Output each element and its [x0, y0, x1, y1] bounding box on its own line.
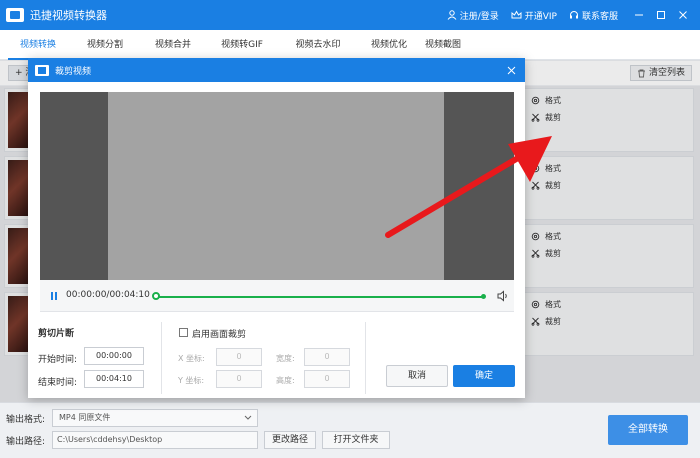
- cancel-button[interactable]: 取消: [386, 365, 448, 387]
- pause-button[interactable]: [48, 290, 60, 302]
- tab-video-convert[interactable]: 视频转换: [8, 30, 68, 60]
- feature-tabs: 视频转换 视频分割 视频合并 视频转GIF 视频去水印 视频优化 视频截图: [0, 30, 700, 60]
- tab-video-to-gif[interactable]: 视频转GIF: [210, 30, 274, 60]
- dialog-header: 裁剪视频: [28, 58, 525, 82]
- tab-video-split[interactable]: 视频分割: [76, 30, 134, 60]
- output-path-label: 输出路径:: [6, 437, 46, 447]
- tab-remove-watermark[interactable]: 视频去水印: [278, 30, 358, 60]
- minimize-icon: [635, 14, 643, 16]
- volume-button[interactable]: [496, 289, 510, 303]
- login-label: 注册/登录: [459, 11, 499, 22]
- app-title: 迅捷视频转换器: [30, 9, 107, 22]
- close-button[interactable]: [674, 6, 692, 24]
- start-time-label: 开始时间:: [38, 355, 78, 365]
- output-format-label: 输出格式:: [6, 415, 46, 425]
- output-format-select[interactable]: MP4 同原文件: [52, 409, 258, 427]
- support-button[interactable]: 联系客服: [569, 9, 618, 22]
- player-controls: 00:00:00/00:04:10: [40, 280, 514, 312]
- user-icon: [447, 10, 457, 20]
- crown-icon: [511, 10, 522, 19]
- tab-video-merge[interactable]: 视频合并: [144, 30, 202, 60]
- tab-video-screenshot[interactable]: 视频截图: [414, 30, 472, 60]
- minimize-button[interactable]: [630, 6, 648, 24]
- pause-icon: [51, 292, 57, 300]
- crop-x-label: X 坐标:: [178, 354, 205, 363]
- crop-height-label: 高度:: [276, 376, 295, 385]
- timeline-track[interactable]: [156, 296, 484, 298]
- end-time-label: 结束时间:: [38, 378, 78, 388]
- enable-crop-label: 启用画面裁剪: [192, 330, 247, 340]
- end-time-input[interactable]: 00:04:10: [84, 370, 144, 388]
- open-folder-button[interactable]: 打开文件夹: [322, 431, 390, 449]
- crop-video-dialog: 裁剪视频 00:00:00/00:04:10 剪切片断 开始时间: 00:00:…: [28, 58, 525, 398]
- vip-button[interactable]: 开通VIP: [511, 9, 557, 22]
- confirm-button[interactable]: 确定: [453, 365, 515, 387]
- maximize-button[interactable]: [652, 6, 670, 24]
- section-divider: [365, 322, 366, 394]
- crop-y-label: Y 坐标:: [178, 376, 205, 385]
- support-label: 联系客服: [581, 11, 618, 22]
- enable-crop-checkbox[interactable]: [179, 328, 188, 337]
- dialog-close-button[interactable]: [503, 62, 519, 78]
- title-bar: 迅捷视频转换器 注册/登录 开通VIP 联系客服: [0, 0, 700, 30]
- close-icon: [679, 11, 687, 19]
- crop-x-input[interactable]: 0: [216, 348, 262, 366]
- crop-y-input[interactable]: 0: [216, 370, 262, 388]
- output-settings-bar: 输出格式: MP4 同原文件 输出路径: C:\Users\cddehsy\De…: [0, 402, 700, 458]
- video-preview[interactable]: [40, 92, 514, 280]
- change-path-button[interactable]: 更改路径: [264, 431, 316, 449]
- dialog-title: 裁剪视频: [55, 66, 92, 77]
- maximize-icon: [657, 11, 665, 19]
- timeline-end-handle[interactable]: [481, 294, 486, 299]
- app-logo-icon: [6, 8, 24, 22]
- crop-width-input[interactable]: 0: [304, 348, 350, 366]
- vip-label: 开通VIP: [524, 11, 557, 22]
- tab-video-optimize[interactable]: 视频优化: [362, 30, 416, 60]
- chevron-down-icon: [244, 415, 252, 420]
- video-frame: [108, 92, 444, 280]
- close-icon: [507, 66, 515, 74]
- output-path-field[interactable]: C:\Users\cddehsy\Desktop: [52, 431, 258, 449]
- crop-height-input[interactable]: 0: [304, 370, 350, 388]
- headset-icon: [569, 11, 578, 19]
- section-divider: [161, 322, 162, 394]
- time-readout: 00:00:00/00:04:10: [66, 290, 150, 300]
- start-time-input[interactable]: 00:00:00: [84, 347, 144, 365]
- speaker-icon: [497, 290, 507, 302]
- clip-section-title: 剪切片断: [38, 329, 75, 339]
- output-format-value: MP4 同原文件: [59, 413, 111, 422]
- crop-width-label: 宽度:: [276, 354, 295, 363]
- login-button[interactable]: 注册/登录: [447, 9, 499, 22]
- video-camera-icon: [35, 64, 49, 76]
- timeline-start-handle[interactable]: [152, 292, 160, 300]
- title-bar-actions: 注册/登录 开通VIP 联系客服: [447, 0, 692, 30]
- convert-all-button[interactable]: 全部转换: [608, 415, 688, 445]
